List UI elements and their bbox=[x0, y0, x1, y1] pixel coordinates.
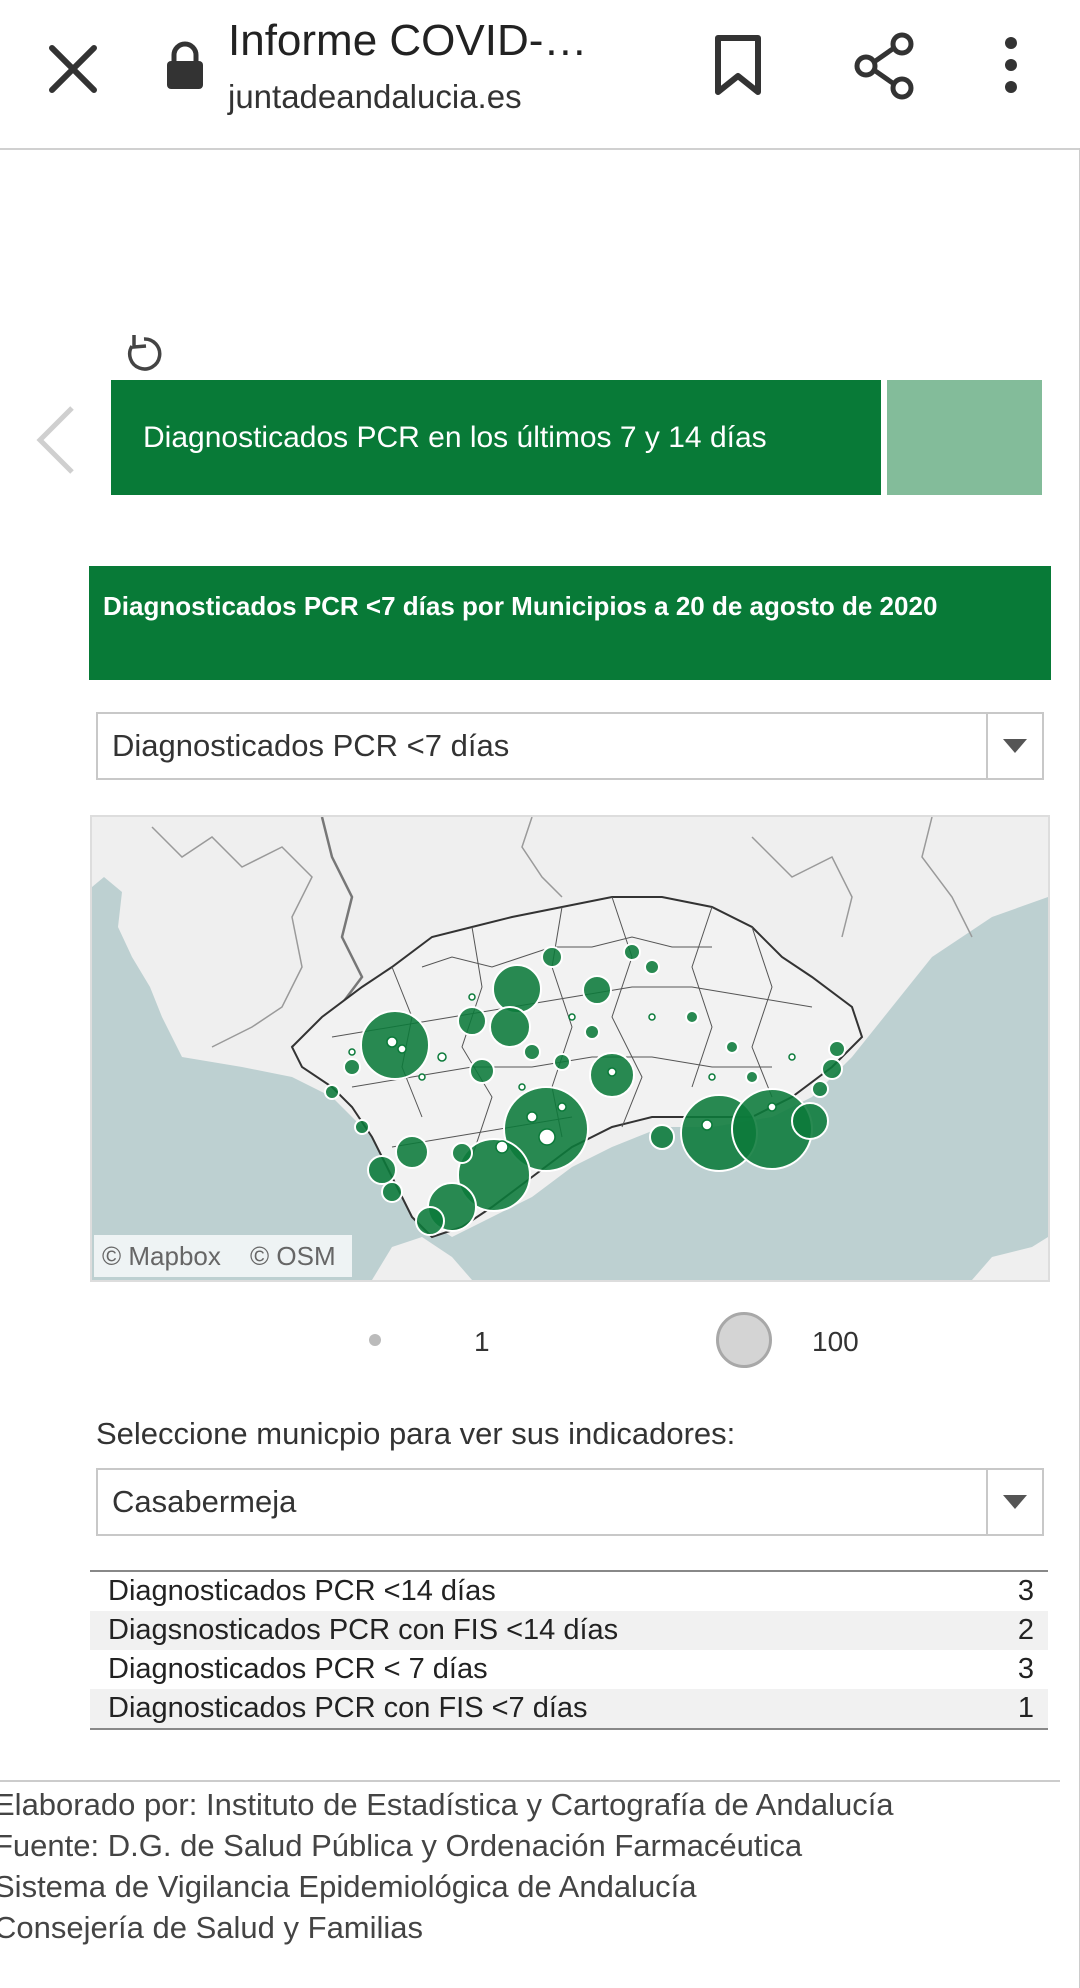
map[interactable]: © Mapbox © OSM bbox=[90, 815, 1050, 1282]
indicator-value: 1 bbox=[1017, 1692, 1034, 1724]
previous-slide-arrow-icon[interactable] bbox=[32, 400, 82, 480]
legend-small-circle bbox=[369, 1334, 381, 1346]
indicator-value: 3 bbox=[1017, 1575, 1034, 1607]
page-title: Informe COVID-… bbox=[228, 16, 588, 65]
table-row: Diagnosticados PCR <14 días 3 bbox=[90, 1572, 1048, 1611]
panel-header: Diagnosticados PCR <7 días por Municipio… bbox=[89, 566, 1051, 680]
footer-credits: Elaborado por: Instituto de Estadística … bbox=[0, 1784, 894, 1948]
footer-line: Fuente: D.G. de Salud Pública y Ordenaci… bbox=[0, 1828, 803, 1863]
page-url[interactable]: juntadeandalucia.es bbox=[228, 78, 522, 116]
footer-line: Elaborado por: Instituto de Estadística … bbox=[0, 1787, 894, 1822]
municipio-prompt: Seleccione municpio para ver sus indicad… bbox=[96, 1416, 736, 1451]
municipio-select-value: Casabermeja bbox=[112, 1484, 297, 1519]
table-row: Diagnosticados PCR < 7 días 3 bbox=[90, 1650, 1048, 1689]
metric-select[interactable]: Diagnosticados PCR <7 días bbox=[96, 712, 1044, 780]
legend-min-label: 1 bbox=[474, 1326, 490, 1357]
indicators-table: Diagnosticados PCR <14 días 3 Diagsnosti… bbox=[90, 1570, 1048, 1730]
footer-line: Sistema de Vigilancia Epidemiológica de … bbox=[0, 1869, 697, 1904]
more-options-icon[interactable] bbox=[986, 30, 1036, 100]
indicator-value: 2 bbox=[1017, 1614, 1034, 1646]
indicator-label: Diagnosticados PCR <14 días bbox=[108, 1575, 496, 1607]
refresh-icon[interactable] bbox=[122, 332, 166, 376]
legend-max-label: 100 bbox=[812, 1326, 859, 1357]
chevron-down-icon[interactable] bbox=[986, 714, 1042, 778]
table-row: Diagnosticados PCR con FIS <7 días 1 bbox=[90, 1689, 1048, 1728]
map-canvas bbox=[92, 817, 1048, 1280]
municipio-select[interactable]: Casabermeja bbox=[96, 1468, 1044, 1536]
metric-select-value: Diagnosticados PCR <7 días bbox=[112, 728, 510, 763]
footer-line: Consejería de Salud y Familias bbox=[0, 1910, 424, 1945]
chevron-down-icon[interactable] bbox=[986, 1470, 1042, 1534]
footer-divider bbox=[0, 1780, 1060, 1782]
indicator-label: Diagnosticados PCR < 7 días bbox=[108, 1653, 488, 1685]
legend-large-circle bbox=[716, 1312, 772, 1368]
browser-toolbar: Informe COVID-… juntadeandalucia.es bbox=[0, 0, 1080, 150]
map-attribution-mapbox[interactable]: © Mapbox bbox=[102, 1241, 221, 1272]
close-icon[interactable] bbox=[38, 34, 108, 104]
tab-next[interactable] bbox=[887, 380, 1042, 495]
indicator-value: 3 bbox=[1017, 1653, 1034, 1685]
tab-pcr-7-14[interactable]: Diagnosticados PCR en los últimos 7 y 14… bbox=[111, 380, 881, 495]
indicator-label: Diagsnosticados PCR con FIS <14 días bbox=[108, 1614, 619, 1646]
map-attribution-osm[interactable]: © OSM bbox=[250, 1241, 336, 1272]
bookmark-icon[interactable] bbox=[706, 30, 770, 100]
indicator-label: Diagnosticados PCR con FIS <7 días bbox=[108, 1692, 588, 1724]
lock-icon bbox=[164, 40, 206, 90]
table-row: Diagsnosticados PCR con FIS <14 días 2 bbox=[90, 1611, 1048, 1650]
share-icon[interactable] bbox=[850, 30, 920, 100]
